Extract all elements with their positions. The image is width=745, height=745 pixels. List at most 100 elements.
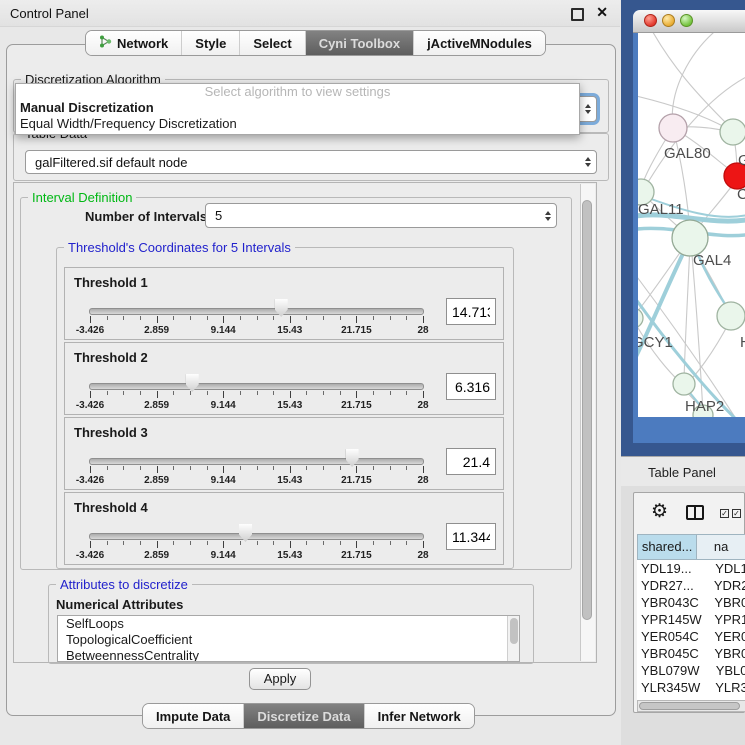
minimize-traffic-light[interactable] xyxy=(662,14,675,27)
table-row[interactable]: YER054CYER0 xyxy=(637,628,745,645)
threshold-panel: Threshold 3-3.4262.8599.14415.4321.71528 xyxy=(64,417,504,490)
tick-label: 2.859 xyxy=(144,550,169,561)
tab-style[interactable]: Style xyxy=(181,31,239,55)
gear-icon[interactable] xyxy=(651,500,668,523)
node-label: HAP2 xyxy=(685,398,724,415)
attributes-scrollbar-track[interactable] xyxy=(507,616,519,661)
numerical-attributes-list[interactable]: SelfLoopsTopologicalCoefficientBetweenne… xyxy=(57,615,520,662)
combo-stepper-icon xyxy=(580,157,596,167)
threshold-panel: Threshold 4-3.4262.8599.14415.4321.71528 xyxy=(64,492,504,565)
column-header-shared-name[interactable]: shared... xyxy=(637,534,697,560)
tab-infer-network[interactable]: Infer Network xyxy=(364,704,474,728)
table-row[interactable]: YDL19...YDL1 xyxy=(637,560,745,577)
table-row[interactable]: YDR27...YDR2 xyxy=(637,577,745,594)
network-node[interactable] xyxy=(717,302,745,330)
network-canvas[interactable]: GAL80GACGAL11GAL4GCY1HHAP2 xyxy=(638,33,745,417)
tick-mark xyxy=(223,466,224,473)
tick-mark xyxy=(373,316,374,320)
network-node[interactable] xyxy=(659,114,687,142)
table-data-combobox[interactable]: galFiltered.sif default node xyxy=(25,150,597,174)
network-node[interactable] xyxy=(672,220,708,256)
tick-mark xyxy=(257,316,258,320)
tick-label: 2.859 xyxy=(144,400,169,411)
tab-label: Discretize Data xyxy=(257,709,350,724)
attribute-list-item[interactable]: SelfLoops xyxy=(58,616,519,632)
tick-label: -3.426 xyxy=(76,325,104,336)
tick-mark xyxy=(157,316,158,323)
tick-mark xyxy=(90,466,91,473)
tick-mark xyxy=(290,391,291,398)
attributes-group-title: Attributes to discretize xyxy=(56,577,192,592)
table-panel-title: Table Panel xyxy=(648,465,716,480)
number-of-intervals-combobox[interactable]: 5 xyxy=(205,203,557,228)
select-columns-icon[interactable] xyxy=(720,509,741,518)
tick-mark xyxy=(323,316,324,320)
threshold-panel: Threshold 2-3.4262.8599.14415.4321.71528 xyxy=(64,342,504,415)
close-traffic-light[interactable] xyxy=(644,14,657,27)
node-label: GAL80 xyxy=(664,145,711,162)
table-row[interactable]: YBR045CYBR0 xyxy=(637,645,745,662)
tick-mark xyxy=(140,391,141,395)
table-rows: YDL19...YDL1YDR27...YDR2YBR043CYBR0YPR14… xyxy=(637,560,745,700)
tick-mark xyxy=(356,316,357,323)
settings-scrollbar-thumb[interactable] xyxy=(582,200,592,620)
apply-button[interactable]: Apply xyxy=(249,668,311,690)
table-row[interactable]: YBL079WYBL0 xyxy=(637,662,745,679)
threshold-value-field[interactable] xyxy=(446,298,496,325)
network-node[interactable] xyxy=(673,373,695,395)
number-of-intervals-value: 5 xyxy=(206,208,540,223)
tick-mark xyxy=(340,316,341,320)
combo-stepper-icon xyxy=(580,104,596,114)
tab-network[interactable]: Network xyxy=(86,31,181,55)
zoom-traffic-light[interactable] xyxy=(680,14,693,27)
tab-select[interactable]: Select xyxy=(239,31,304,55)
attribute-list-item[interactable]: BetweennessCentrality xyxy=(58,648,519,662)
slider-track[interactable] xyxy=(89,308,424,315)
tick-mark xyxy=(173,316,174,320)
column-header-name[interactable]: na xyxy=(697,534,745,560)
tab-discretize-data[interactable]: Discretize Data xyxy=(243,704,363,728)
tick-mark xyxy=(406,541,407,545)
tick-mark xyxy=(107,466,108,470)
tab-jactivemnodules[interactable]: jActiveMNodules xyxy=(413,31,545,55)
network-node[interactable] xyxy=(638,308,643,328)
popup-item-manual-discretization[interactable]: Manual Discretization xyxy=(16,100,579,116)
table-data-group: Table Data galFiltered.sif default node xyxy=(13,133,609,181)
slider-track[interactable] xyxy=(89,383,424,390)
tab-impute-data[interactable]: Impute Data xyxy=(143,704,243,728)
table-hscrollbar-track[interactable] xyxy=(637,700,745,712)
threshold-value-field[interactable] xyxy=(446,448,496,475)
tick-mark xyxy=(207,541,208,545)
cell-name: YDR2 xyxy=(706,577,745,594)
cell-name: YLR3 xyxy=(707,679,745,696)
threshold-label: Threshold 2 xyxy=(74,350,148,365)
table-header-row: shared... na xyxy=(637,534,745,560)
tick-mark xyxy=(306,391,307,395)
table-row[interactable]: YPR145WYPR1 xyxy=(637,611,745,628)
algorithm-dropdown-popup: Select algorithm to view settings Manual… xyxy=(15,83,580,135)
combo-stepper-icon xyxy=(540,211,556,221)
close-icon[interactable] xyxy=(596,4,608,21)
float-icon[interactable] xyxy=(571,8,584,21)
tab-cyni-toolbox[interactable]: Cyni Toolbox xyxy=(305,31,413,55)
tab-label: Impute Data xyxy=(156,709,230,724)
table-row[interactable]: YBR043CYBR0 xyxy=(637,594,745,611)
tick-mark xyxy=(190,316,191,320)
network-node[interactable] xyxy=(720,119,745,145)
tick-mark xyxy=(90,316,91,323)
attribute-list-item[interactable]: TopologicalCoefficient xyxy=(58,632,519,648)
threshold-value-field[interactable] xyxy=(446,523,496,550)
threshold-value-field[interactable] xyxy=(446,373,496,400)
split-columns-icon[interactable] xyxy=(686,505,704,520)
node-label: C xyxy=(737,186,745,203)
slider-track[interactable] xyxy=(89,533,424,540)
slider-track[interactable] xyxy=(89,458,424,465)
cell-shared-name: YLR345W xyxy=(637,679,707,696)
tick-mark xyxy=(273,316,274,320)
table-hscrollbar-thumb[interactable] xyxy=(639,702,740,710)
tick-mark xyxy=(340,391,341,395)
popup-item-equal-width-frequency[interactable]: Equal Width/Frequency Discretization xyxy=(16,116,579,132)
tick-mark xyxy=(107,316,108,320)
table-row[interactable]: YLR345WYLR3 xyxy=(637,679,745,696)
attributes-scrollbar-thumb[interactable] xyxy=(510,618,518,644)
